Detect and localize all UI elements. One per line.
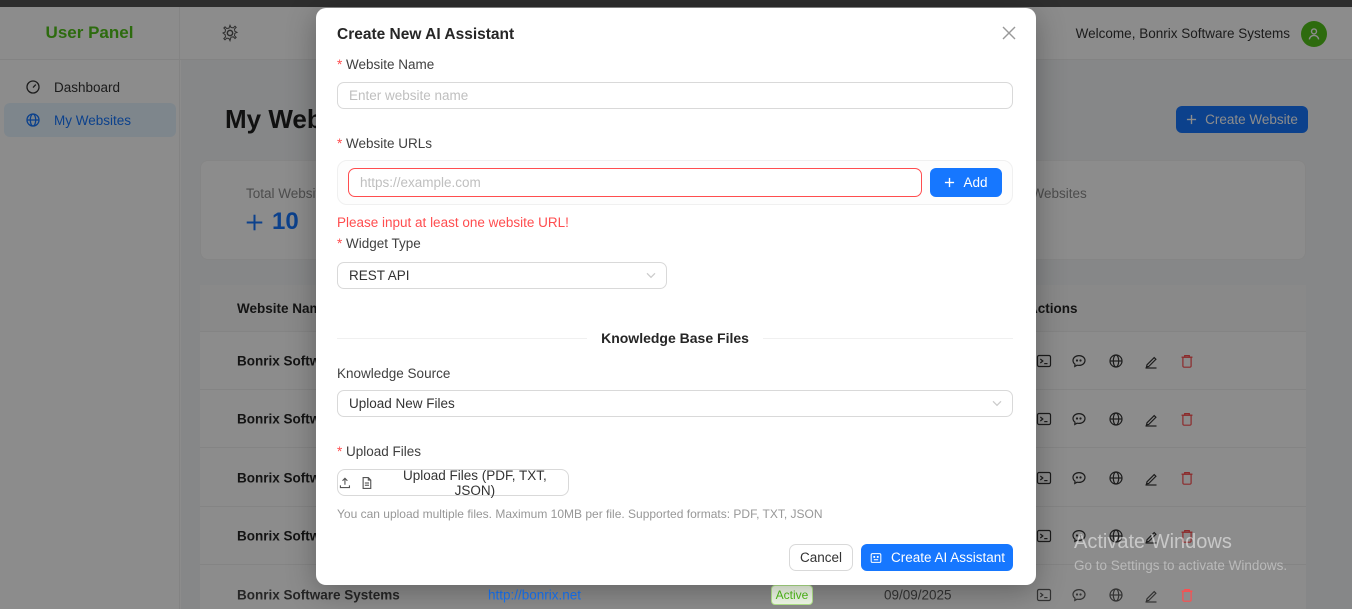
create-ai-assistant-modal: Create New AI Assistant Website Name Web…	[316, 8, 1036, 585]
chat-action-icon[interactable]	[1071, 587, 1087, 603]
modal-title: Create New AI Assistant	[337, 26, 514, 44]
divider-line	[337, 338, 587, 339]
chevron-down-icon	[646, 272, 656, 279]
screen: User Panel Welcome, Bonrix Software Syst…	[0, 0, 1352, 609]
website-url-row: Add	[337, 160, 1013, 205]
upload-hint-text: You can upload multiple files. Maximum 1…	[337, 507, 823, 521]
plus-icon	[944, 177, 955, 188]
website-urls-label: Website URLs	[337, 136, 432, 151]
widget-type-value: REST API	[349, 268, 410, 283]
knowledge-base-title: Knowledge Base Files	[601, 330, 749, 346]
robot-icon	[869, 551, 883, 565]
divider-line	[763, 338, 1013, 339]
cancel-button[interactable]: Cancel	[789, 544, 853, 571]
edit-action-icon[interactable]	[1143, 587, 1159, 603]
website-name-label: Website Name	[337, 57, 434, 72]
widget-type-label: Widget Type	[337, 236, 421, 251]
delete-action-icon[interactable]	[1179, 587, 1195, 603]
knowledge-source-label: Knowledge Source	[337, 366, 450, 381]
upload-files-button[interactable]: Upload Files (PDF, TXT, JSON)	[337, 469, 569, 496]
create-ai-assistant-label: Create AI Assistant	[891, 550, 1005, 565]
website-url-link[interactable]: http://bonrix.net	[488, 588, 581, 603]
knowledge-source-select[interactable]: Upload New Files	[337, 390, 1013, 417]
create-ai-assistant-button[interactable]: Create AI Assistant	[861, 544, 1013, 571]
upload-files-button-label: Upload Files (PDF, TXT, JSON)	[382, 468, 568, 498]
close-icon[interactable]	[1002, 25, 1018, 41]
knowledge-source-value: Upload New Files	[349, 396, 455, 411]
terminal-action-icon[interactable]	[1036, 587, 1052, 603]
chevron-down-icon	[992, 400, 1002, 407]
created-date: 09/09/2025	[884, 588, 952, 603]
add-url-button[interactable]: Add	[930, 168, 1002, 197]
add-url-label: Add	[963, 175, 987, 190]
status-badge: Active	[771, 585, 813, 605]
upload-icon	[338, 476, 352, 490]
website-name-input[interactable]	[337, 82, 1013, 109]
url-validation-error: Please input at least one website URL!	[337, 215, 569, 230]
globe-action-icon[interactable]	[1108, 587, 1124, 603]
knowledge-base-divider: Knowledge Base Files	[337, 330, 1013, 346]
website-name: Bonrix Software Systems	[237, 588, 400, 603]
upload-files-label: Upload Files	[337, 444, 421, 459]
file-icon	[360, 476, 374, 490]
website-url-input[interactable]	[348, 168, 922, 197]
widget-type-select[interactable]: REST API	[337, 262, 667, 289]
